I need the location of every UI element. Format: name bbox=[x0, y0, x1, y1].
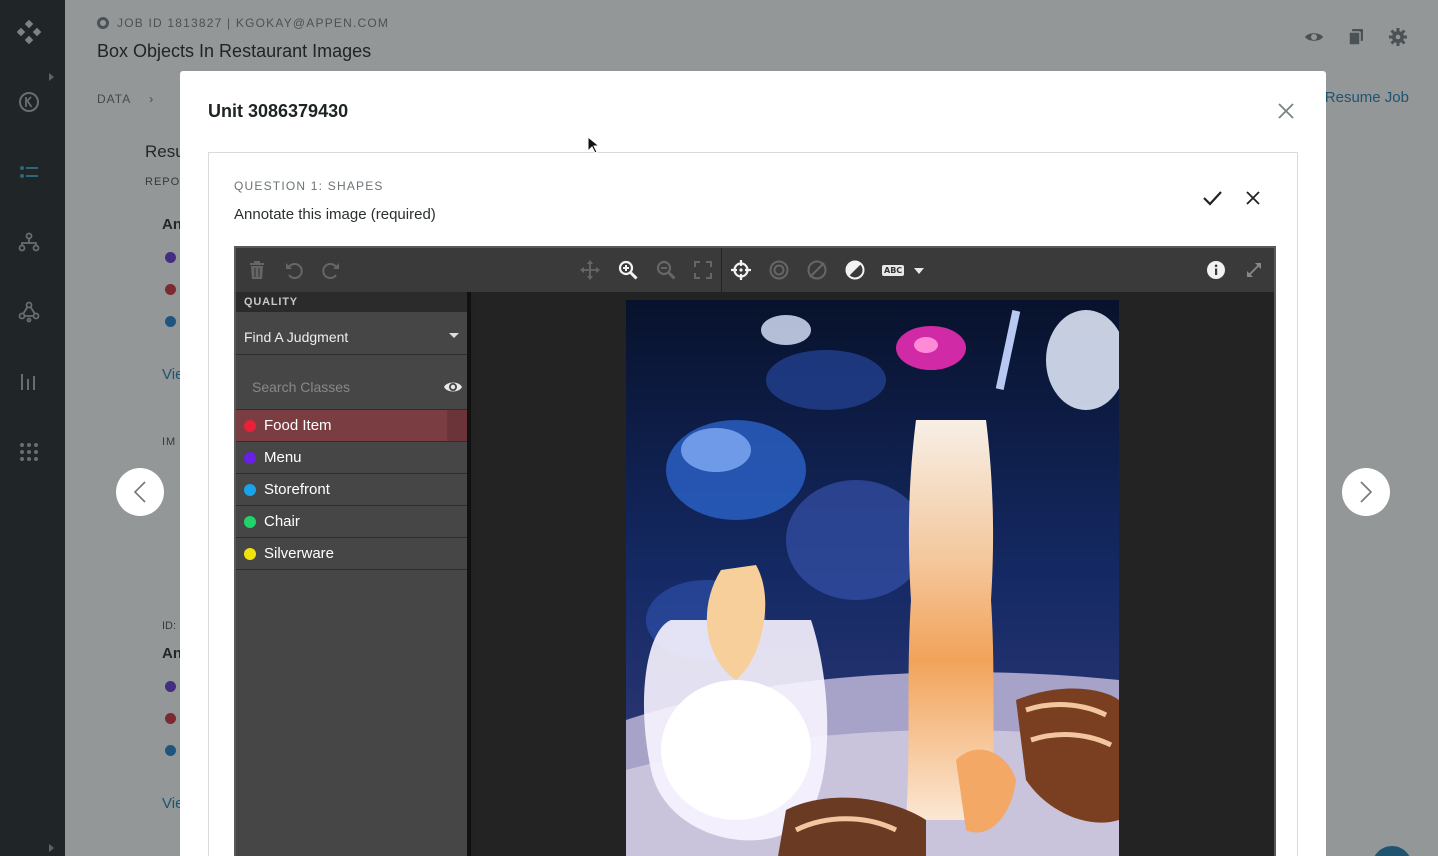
info-icon[interactable] bbox=[1206, 260, 1226, 280]
search-classes-input[interactable] bbox=[244, 376, 434, 398]
mouse-cursor-icon bbox=[587, 135, 601, 159]
zoom-in-icon[interactable] bbox=[618, 260, 638, 280]
class-item-silverware[interactable]: Silverware bbox=[236, 538, 467, 570]
class-item-food-item[interactable]: Food Item bbox=[236, 410, 467, 442]
question-label: QUESTION 1: SHAPES bbox=[234, 179, 384, 193]
previous-unit-button[interactable] bbox=[116, 468, 164, 516]
class-color-dot bbox=[244, 483, 256, 496]
class-color-dot bbox=[244, 419, 256, 432]
judgment-select[interactable]: Find A Judgment bbox=[236, 312, 467, 355]
trash-icon[interactable] bbox=[247, 260, 267, 280]
close-icon[interactable] bbox=[1276, 101, 1296, 121]
contrast-icon[interactable] bbox=[845, 260, 865, 280]
class-color-dot bbox=[244, 515, 256, 528]
chevron-left-icon bbox=[133, 481, 146, 503]
class-item-menu[interactable]: Menu bbox=[236, 442, 467, 474]
search-classes bbox=[236, 355, 467, 410]
zoom-out-icon[interactable] bbox=[656, 260, 676, 280]
move-icon[interactable] bbox=[580, 260, 600, 280]
chevron-right-icon bbox=[1360, 481, 1373, 503]
target-icon[interactable] bbox=[769, 260, 789, 280]
class-label: Storefront bbox=[264, 481, 330, 498]
annotation-tool: ABC QUALITY Find A Judgment Search Class… bbox=[234, 246, 1276, 856]
judgment-select-value: Find A Judgment bbox=[244, 329, 349, 345]
caret-down-icon[interactable] bbox=[914, 268, 924, 274]
next-unit-button[interactable] bbox=[1342, 468, 1390, 516]
panel-header: QUALITY bbox=[236, 292, 467, 312]
restaurant-photo[interactable] bbox=[626, 300, 1119, 856]
class-label: Food Item bbox=[264, 417, 332, 434]
expand-icon[interactable] bbox=[1244, 260, 1264, 280]
class-label: Menu bbox=[264, 449, 302, 466]
text-label-toggle[interactable]: ABC bbox=[882, 265, 905, 276]
class-label: Chair bbox=[264, 513, 300, 530]
class-item-chair[interactable]: Chair bbox=[236, 506, 467, 538]
class-panel: QUALITY Find A Judgment Food Item bbox=[236, 292, 471, 856]
check-icon[interactable] bbox=[1201, 187, 1223, 209]
class-label: Silverware bbox=[264, 545, 335, 562]
class-color-dot bbox=[244, 547, 256, 560]
close-icon[interactable] bbox=[1243, 188, 1263, 208]
crosshair-icon[interactable] bbox=[731, 260, 751, 280]
class-color-dot bbox=[244, 451, 256, 464]
annotation-canvas[interactable] bbox=[475, 292, 1274, 856]
unit-modal: Unit 3086379430 QUESTION 1: SHAPES Annot… bbox=[180, 71, 1326, 856]
redo-icon[interactable] bbox=[321, 260, 341, 280]
toolbar-divider bbox=[721, 248, 722, 292]
eye-icon[interactable] bbox=[443, 379, 463, 395]
question-card: QUESTION 1: SHAPES Annotate this image (… bbox=[208, 152, 1298, 856]
undo-icon[interactable] bbox=[284, 260, 304, 280]
fit-screen-icon[interactable] bbox=[693, 260, 713, 280]
tool-toolbar: ABC bbox=[236, 248, 1274, 292]
caret-down-icon bbox=[449, 333, 459, 338]
class-item-storefront[interactable]: Storefront bbox=[236, 474, 467, 506]
question-text: Annotate this image (required) bbox=[234, 206, 436, 223]
hide-shapes-icon[interactable] bbox=[807, 260, 827, 280]
modal-title: Unit 3086379430 bbox=[208, 101, 349, 121]
class-list: Food Item Menu Storefront Chair Silverwa… bbox=[236, 410, 467, 570]
